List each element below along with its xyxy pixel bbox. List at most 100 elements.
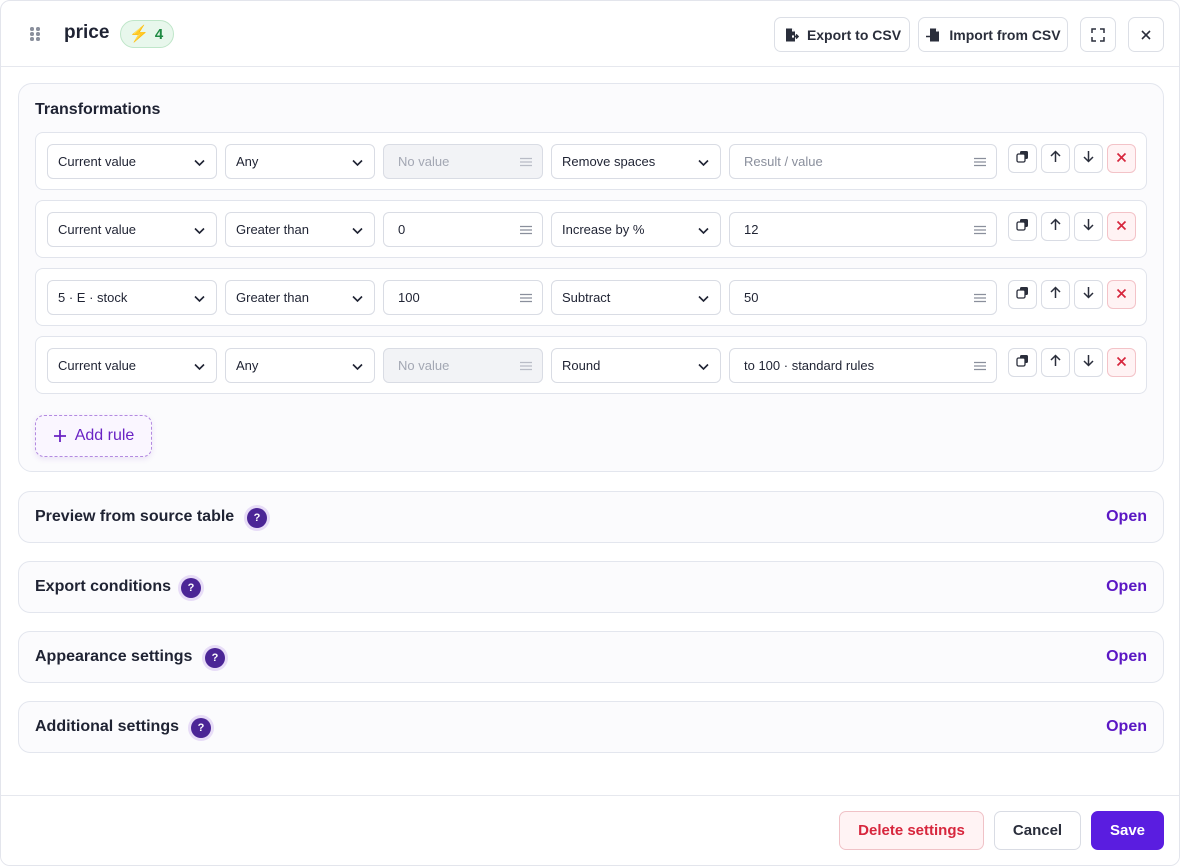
copy-icon (1016, 218, 1029, 236)
fullscreen-icon (1091, 27, 1105, 42)
result-value-input[interactable]: Result / value (729, 144, 997, 179)
source-select[interactable]: Current value (47, 144, 217, 179)
condition-select[interactable]: Any (225, 348, 375, 383)
condition-select-value: Greater than (236, 222, 309, 237)
condition-value-input: No value (383, 348, 543, 383)
chevron-down-icon (698, 159, 709, 167)
save-button[interactable]: Save (1091, 811, 1164, 850)
chevron-down-icon (352, 363, 363, 371)
help-icon[interactable]: ? (181, 578, 201, 598)
source-select-value: Current value (58, 154, 137, 169)
action-select[interactable]: Remove spaces (551, 144, 721, 179)
copy-icon (1016, 286, 1029, 304)
import-csv-button[interactable]: Import from CSV (918, 17, 1068, 52)
close-icon (1116, 218, 1127, 236)
action-select-value: Subtract (562, 290, 611, 305)
drag-handle-icon[interactable] (30, 27, 42, 41)
help-icon[interactable]: ? (205, 648, 225, 668)
source-select-value: Current value (58, 222, 137, 237)
delete-settings-button[interactable]: Delete settings (839, 811, 984, 850)
cancel-button[interactable]: Cancel (994, 811, 1081, 850)
rule-row: Current value Any No value Round to 100 · st… (35, 336, 1147, 394)
move-up-button[interactable] (1041, 144, 1070, 173)
arrow-down-icon (1082, 354, 1095, 372)
action-select[interactable]: Round (551, 348, 721, 383)
condition-select[interactable]: Greater than (225, 280, 375, 315)
section-title: Export conditions (35, 578, 171, 595)
fullscreen-button[interactable] (1080, 17, 1116, 52)
condition-value-input[interactable]: 100 (383, 280, 543, 315)
chevron-down-icon (352, 227, 363, 235)
condition-value-input[interactable]: 0 (383, 212, 543, 247)
duplicate-rule-button[interactable] (1008, 212, 1037, 241)
arrow-down-icon (1082, 218, 1095, 236)
rule-editor-dialog: price ⚡ 4 Export to CSV Import from CSV (0, 0, 1180, 866)
result-value-input[interactable]: 12 (729, 212, 997, 247)
rules-count-badge: ⚡ 4 (120, 20, 175, 48)
help-icon[interactable]: ? (191, 718, 211, 738)
section-title: Additional settings (35, 718, 179, 735)
move-up-button[interactable] (1041, 212, 1070, 241)
section-title: Preview from source table (35, 508, 235, 525)
arrow-down-icon (1082, 286, 1095, 304)
source-select[interactable]: Current value (47, 212, 217, 247)
condition-select[interactable]: Any (225, 144, 375, 179)
lightning-icon: ⚡ (129, 26, 149, 43)
arrow-up-icon (1049, 285, 1062, 304)
move-down-button[interactable] (1074, 348, 1103, 377)
arrow-up-icon (1049, 217, 1062, 236)
dialog-footer: Delete settings Cancel Save (1, 795, 1179, 865)
close-icon (1116, 286, 1127, 304)
add-rule-button[interactable]: Add rule (35, 415, 152, 457)
source-select[interactable]: 5 · E · stock (47, 280, 217, 315)
source-select[interactable]: Current value (47, 348, 217, 383)
condition-select-value: Any (236, 154, 259, 169)
export-csv-button[interactable]: Export to CSV (774, 17, 910, 52)
duplicate-rule-button[interactable] (1008, 348, 1037, 377)
additional-settings-section: Additional settings? Open (18, 701, 1164, 753)
action-select-value: Increase by % (562, 222, 645, 237)
section-open-link[interactable]: Open (1106, 578, 1147, 596)
action-select[interactable]: Subtract (551, 280, 721, 315)
delete-rule-button[interactable] (1107, 144, 1136, 173)
move-up-button[interactable] (1041, 280, 1070, 309)
delete-rule-button[interactable] (1107, 212, 1136, 241)
dialog-header: price ⚡ 4 Export to CSV Import from CSV (1, 1, 1179, 67)
condition-select-value: Greater than (236, 290, 309, 305)
condition-value-text: No value (398, 154, 450, 169)
result-value-text: 12 (744, 222, 759, 237)
move-down-button[interactable] (1074, 212, 1103, 241)
result-value-input[interactable]: 50 (729, 280, 997, 315)
copy-icon (1016, 150, 1029, 168)
section-open-link[interactable]: Open (1106, 648, 1147, 666)
move-down-button[interactable] (1074, 280, 1103, 309)
transformations-panel: Transformations Current value Any No value… (18, 83, 1164, 472)
action-select[interactable]: Increase by % (551, 212, 721, 247)
appearance-settings-section: Appearance settings? Open (18, 631, 1164, 683)
delete-rule-button[interactable] (1107, 280, 1136, 309)
condition-select[interactable]: Greater than (225, 212, 375, 247)
menu-lines-icon (974, 293, 986, 303)
arrow-down-icon (1082, 150, 1095, 168)
menu-lines-icon (520, 293, 532, 303)
section-open-link[interactable]: Open (1106, 508, 1147, 526)
export-conditions-section: Export conditions? Open (18, 561, 1164, 613)
move-up-button[interactable] (1041, 348, 1070, 377)
section-open-link[interactable]: Open (1106, 718, 1147, 736)
chevron-down-icon (698, 227, 709, 235)
help-icon[interactable]: ? (247, 508, 267, 528)
file-import-icon (926, 28, 940, 41)
rules-count: 4 (154, 25, 164, 43)
close-button[interactable] (1128, 17, 1164, 52)
chevron-down-icon (194, 227, 205, 235)
copy-icon (1016, 354, 1029, 372)
import-csv-label: Import from CSV (949, 26, 1061, 43)
duplicate-rule-button[interactable] (1008, 280, 1037, 309)
delete-rule-button[interactable] (1107, 348, 1136, 377)
export-csv-label: Export to CSV (806, 26, 902, 43)
action-select-value: Round (562, 358, 601, 373)
result-value-input[interactable]: to 100 · standard rules (729, 348, 997, 383)
duplicate-rule-button[interactable] (1008, 144, 1037, 173)
menu-lines-icon (520, 361, 532, 371)
move-down-button[interactable] (1074, 144, 1103, 173)
